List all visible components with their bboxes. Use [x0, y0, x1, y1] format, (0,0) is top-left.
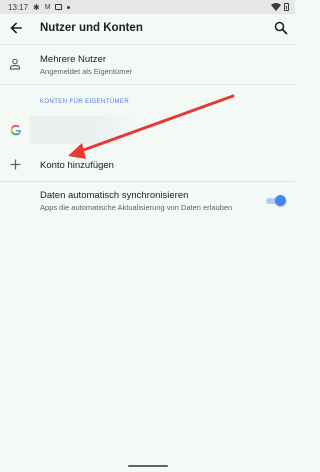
add-account-label: Konto hinzufügen	[40, 160, 114, 171]
plus-icon	[10, 159, 21, 170]
photos-icon	[55, 4, 63, 10]
auto-sync-subtitle: Apps die automatische Aktualisierung von…	[40, 203, 233, 212]
status-bar: 13:17 ✱ M	[0, 0, 295, 14]
sync-divider	[0, 181, 295, 182]
status-time: 13:17	[8, 2, 29, 12]
gmail-icon: M	[44, 3, 51, 11]
account-entry-redacted	[30, 116, 138, 144]
owner-accounts-header: KONTEN FÜR EIGENTÜMER	[40, 99, 130, 105]
multiple-users-title: Mehrere Nutzer	[40, 54, 106, 65]
page-title: Nutzer und Konten	[40, 22, 143, 34]
notification-dot-icon	[67, 5, 71, 9]
app-bar-divider	[0, 44, 295, 45]
app-bar: Nutzer und Konten	[0, 14, 295, 44]
section-divider	[0, 84, 295, 85]
person-icon	[9, 58, 21, 70]
search-icon[interactable]	[273, 20, 289, 36]
multiple-users-subtitle: Angemeldet als Eigentümer	[40, 67, 133, 76]
toggle-thumb	[275, 195, 286, 206]
wifi-icon	[271, 3, 281, 11]
auto-sync-toggle[interactable]	[266, 195, 286, 207]
auto-sync-title: Daten automatisch synchronisieren	[40, 190, 189, 201]
google-icon	[10, 124, 21, 136]
home-indicator[interactable]	[128, 465, 168, 467]
arrow-back-icon[interactable]	[8, 20, 24, 36]
battery-icon	[284, 3, 289, 11]
settings-icon: ✱	[33, 2, 40, 12]
